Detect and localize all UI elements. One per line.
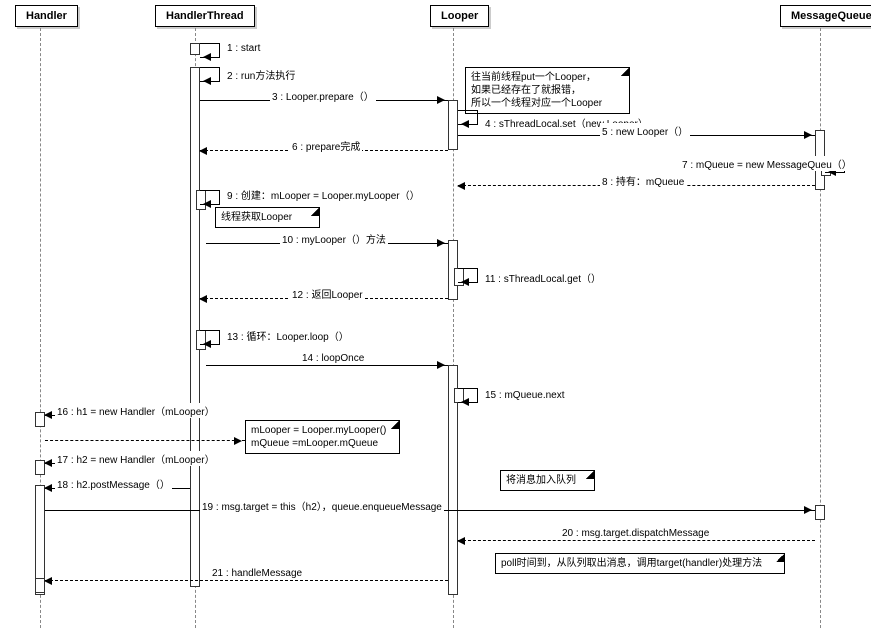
- note-text: mLooper = Looper.myLooper() mQueue =mLoo…: [251, 425, 386, 449]
- note-text: 往当前线程put一个Looper， 如果已经存在了就报错， 所以一个线程对应一个…: [471, 72, 602, 109]
- msg-7: 7 : mQueue = new MessageQueu（）: [680, 156, 854, 171]
- msg-2: 2 : run方法执行: [225, 67, 297, 82]
- note-poll: poll时间到，从队列取出消息，调用target(handler)处理方法: [495, 553, 785, 574]
- msg-19: 19 : msg.target = this（h2），queue.enqueue…: [200, 498, 444, 513]
- note-text: 将消息加入队列: [506, 475, 576, 486]
- arrow-return: [45, 580, 448, 581]
- participant-handlerthread: HandlerThread: [155, 5, 255, 27]
- msg-13: 13 : 循环：Looper.loop（）: [225, 328, 351, 343]
- arrow-self: [200, 67, 220, 82]
- participant-looper: Looper: [430, 5, 489, 27]
- msg-16: 16 : h1 = new Handler（mLooper）: [55, 403, 217, 418]
- msg-11: 11 : sThreadLocal.get（）: [483, 270, 603, 285]
- note-getlooper: 线程获取Looper: [215, 207, 320, 228]
- msg-12: 12 : 返回Looper: [290, 286, 365, 301]
- participant-messagequeue: MessageQueue: [780, 5, 871, 27]
- arrow-self: [458, 268, 478, 283]
- msg-21: 21 : handleMessage: [210, 568, 304, 579]
- msg-10: 10 : myLooper（）方法: [280, 231, 388, 246]
- note-enqueue: 将消息加入队列: [500, 470, 595, 491]
- arrow-self: [458, 110, 478, 125]
- msg-18: 18 : h2.postMessage（）: [55, 476, 172, 491]
- lifeline-messagequeue: [820, 28, 821, 628]
- participant-handler: Handler: [15, 5, 78, 27]
- arrow-self: [458, 388, 478, 403]
- msg-5: 5 : new Looper（）: [600, 123, 690, 138]
- msg-20: 20 : msg.target.dispatchMessage: [560, 528, 711, 539]
- arrow-self: [200, 190, 220, 205]
- arrow-return: [458, 540, 815, 541]
- activation: [815, 505, 825, 520]
- note-text: 线程获取Looper: [221, 212, 292, 223]
- msg-9: 9 : 创建：mLooper = Looper.myLooper（）: [225, 187, 422, 202]
- activation: [190, 67, 200, 587]
- msg-8: 8 : 持有：mQueue: [600, 173, 686, 188]
- msg-15: 15 : mQueue.next: [483, 390, 567, 401]
- msg-6: 6 : prepare完成: [290, 138, 362, 153]
- arrow-self: [200, 330, 220, 345]
- msg-3: 3 : Looper.prepare（）: [270, 88, 376, 103]
- msg-14: 14 : loopOnce: [300, 353, 366, 364]
- arrow-self: [200, 43, 220, 58]
- arrow: [206, 365, 448, 366]
- note-mlooper: mLooper = Looper.myLooper() mQueue =mLoo…: [245, 420, 400, 454]
- msg-1: 1 : start: [225, 43, 262, 54]
- msg-17: 17 : h2 = new Handler（mLooper）: [55, 451, 217, 466]
- note-prepare: 往当前线程put一个Looper， 如果已经存在了就报错， 所以一个线程对应一个…: [465, 67, 630, 114]
- note-text: poll时间到，从队列取出消息，调用target(handler)处理方法: [501, 558, 762, 569]
- arrow-dotted: [45, 440, 245, 441]
